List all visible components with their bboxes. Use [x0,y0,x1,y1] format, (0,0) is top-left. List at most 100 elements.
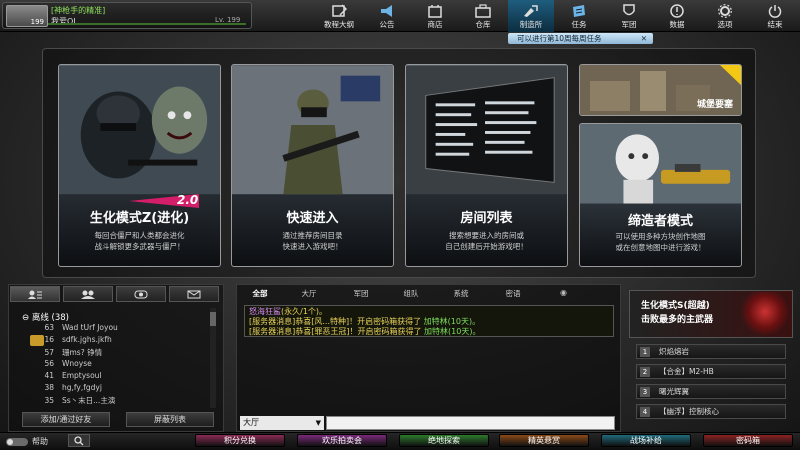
event-title: 生化模式S(超越) [641,301,710,311]
event-subtitle: 击败最多的主武器 [641,315,714,325]
search-button[interactable] [68,434,90,447]
nav-warehouse[interactable]: 仓库 [460,0,506,32]
mail-icon [187,290,201,299]
mode-card-room-list[interactable]: 房间列表 搜索想要进入的房间或 自己创建后开始游戏吧！ [405,64,568,267]
add-friend-button[interactable]: 添加/通过好友 [22,412,110,427]
chevron-down-icon: ▼ [315,419,321,427]
friend-row[interactable]: 41 Emptysoul [24,371,204,382]
mode-desc-line: 搜索想要进入的房间或 [449,231,524,240]
friend-level: 41 [44,371,54,380]
chat-tab-all[interactable]: 全部 [240,288,280,299]
chat-text: (永久/1个)。 [281,307,328,316]
nav-notice[interactable]: 公告 [364,0,410,32]
soldier-art [232,65,393,195]
block-list-button[interactable]: 屏蔽列表 [126,412,214,427]
tab-clan-chat[interactable] [116,286,166,302]
tab-group[interactable] [63,286,113,302]
friend-name: sdfk.jghs.jkfh [62,335,112,344]
chat-tab-system[interactable]: 系统 [441,288,481,299]
close-icon[interactable]: ✕ [641,33,647,44]
nav-shop[interactable]: 商店 [412,0,458,32]
friend-row[interactable]: 56 Wnoyse [24,359,204,370]
chat-tab-lobby[interactable]: 大厅 [289,288,329,299]
chat-speaker: 怒海狂鲨 [249,307,281,316]
tab-mail[interactable] [169,286,219,302]
mode-desc: 通过推荐房间目录 快速进入游戏吧！ [240,230,385,252]
mode-title: 快速进入 [286,211,339,226]
event-item-label: 【幽浮】控制核心 [659,407,719,416]
supply-button[interactable]: 战场补给 [601,434,691,447]
chat-channel-select[interactable]: 大厅 ▼ [240,416,324,430]
nav-clan[interactable]: 军团 [606,0,652,32]
chat-item: 加特林(10天)。 [424,327,481,336]
eye-icon[interactable]: ◉ [560,288,578,299]
event-item[interactable]: 1 炽焰熔岩 [636,344,786,359]
expedition-button[interactable]: 绝地探索 [399,434,489,447]
mode-desc-line: 通过推荐房间目录 [282,231,343,240]
tab-friends[interactable] [10,286,60,302]
player-name: 我爱OL [51,17,78,26]
mode-desc-line: 自己创建后开始游戏吧！ [445,242,528,251]
friends-group-offline[interactable]: ⊖ 离线 (38) [22,311,69,323]
map-card-castle[interactable]: 城堡要塞 [579,64,742,116]
friend-name: Wnoyse [62,359,92,368]
friend-row[interactable]: 63 Wad tUrf Joyou [24,323,204,334]
robot-figure-art [580,124,741,204]
friend-level: 38 [44,383,54,392]
auction-button[interactable]: 欢乐拍卖会 [297,434,387,447]
friend-name: hg,fy,fgdyj [62,383,102,392]
chat-speaker: [服务器消息] [249,317,296,326]
friend-name: Ss丶末日...主演 [62,396,116,405]
group-count: (38) [51,313,69,323]
friend-row[interactable]: 35 Ss丶末日...主演 [24,395,204,406]
mode-card-zombie-z[interactable]: 2.0 生化模式Z(进化) 每回合僵尸和人类都会进化 战斗解锁更多武器与僵尸！ [58,64,221,267]
friends-tabs [10,286,222,302]
friend-level: 63 [44,323,54,332]
nav-label: 选项 [717,20,733,29]
chat-input[interactable] [326,416,615,430]
map-label: 城堡要塞 [696,100,733,110]
zombie-soldier-art [59,65,220,195]
chat-tab-whisper[interactable]: 密语 [493,288,533,299]
chat-tab-clan[interactable]: 军团 [341,288,381,299]
mode-card-quick-start[interactable]: 快速进入 通过推荐房间目录 快速进入游戏吧！ [231,64,394,267]
nav-label: 教程大纲 [324,20,354,29]
event-item[interactable]: 2 【合金】M2-HB [636,364,786,379]
friend-row[interactable]: 57 珊ms? 铮情 [24,347,204,358]
chat-channel-value: 大厅 [243,418,259,427]
event-item-label: 【合金】M2-HB [659,367,714,376]
bounty-button[interactable]: 精英悬赏 [499,434,589,447]
group-label: 离线 [31,313,49,323]
scrollbar-thumb[interactable] [210,312,216,326]
event-item[interactable]: 3 曙光辉翼 [636,384,786,399]
nav-label: 军团 [621,20,637,29]
weekly-mission-banner[interactable]: 可以进行第10周每周任务 ✕ [508,33,653,44]
weapon-art [740,292,790,336]
mission-icon [573,5,585,17]
chat-text: 恭喜[风...特种]！开启密码箱获得了 [295,317,422,326]
chat-log: 怒海狂鲨(永久/1个)。 [服务器消息]恭喜[风...特种]！开启密码箱获得了 … [244,305,614,337]
friend-row[interactable]: 38 hg,fy,fgdyj [24,383,204,394]
chat-tab-party[interactable]: 组队 [391,288,431,299]
nav-mission[interactable]: 任务 [556,0,602,32]
code-box-button[interactable]: 密码箱 [703,434,793,447]
nav-options[interactable]: 选项 [702,0,748,32]
event-item-rank: 1 [640,347,650,357]
help-label: 帮助 [32,437,48,446]
nav-tutorial[interactable]: 教程大纲 [316,0,362,32]
friends-scrollbar[interactable] [210,308,216,408]
nav-data[interactable]: 数据 [654,0,700,32]
help-toggle[interactable]: 帮助 [6,436,48,447]
nav-exit[interactable]: 结束 [752,0,798,32]
points-exchange-button[interactable]: 积分兑换 [195,434,285,447]
mode-card-creator[interactable]: 缔造者模式 可以使用多种方块创作地图 或在创意地图中进行游戏！ [579,123,742,267]
event-item[interactable]: 4 【幽浮】控制核心 [636,404,786,419]
chat-line: [服务器消息]恭喜[罪恶王冠]！开启密码箱获得了 加特林(10天)。 [249,327,480,337]
collapse-icon: ⊖ [22,313,30,323]
avatar: 199 [6,5,48,27]
nav-label: 公告 [379,20,395,29]
chat-text: 恭喜[罪恶王冠]！开启密码箱获得了 [295,327,422,336]
nav-crafting[interactable]: 制造所 [508,0,554,32]
friend-row[interactable]: 16 sdfk.jghs.jkfh [24,335,204,346]
mode-title: 生化模式Z(进化) [89,211,190,226]
